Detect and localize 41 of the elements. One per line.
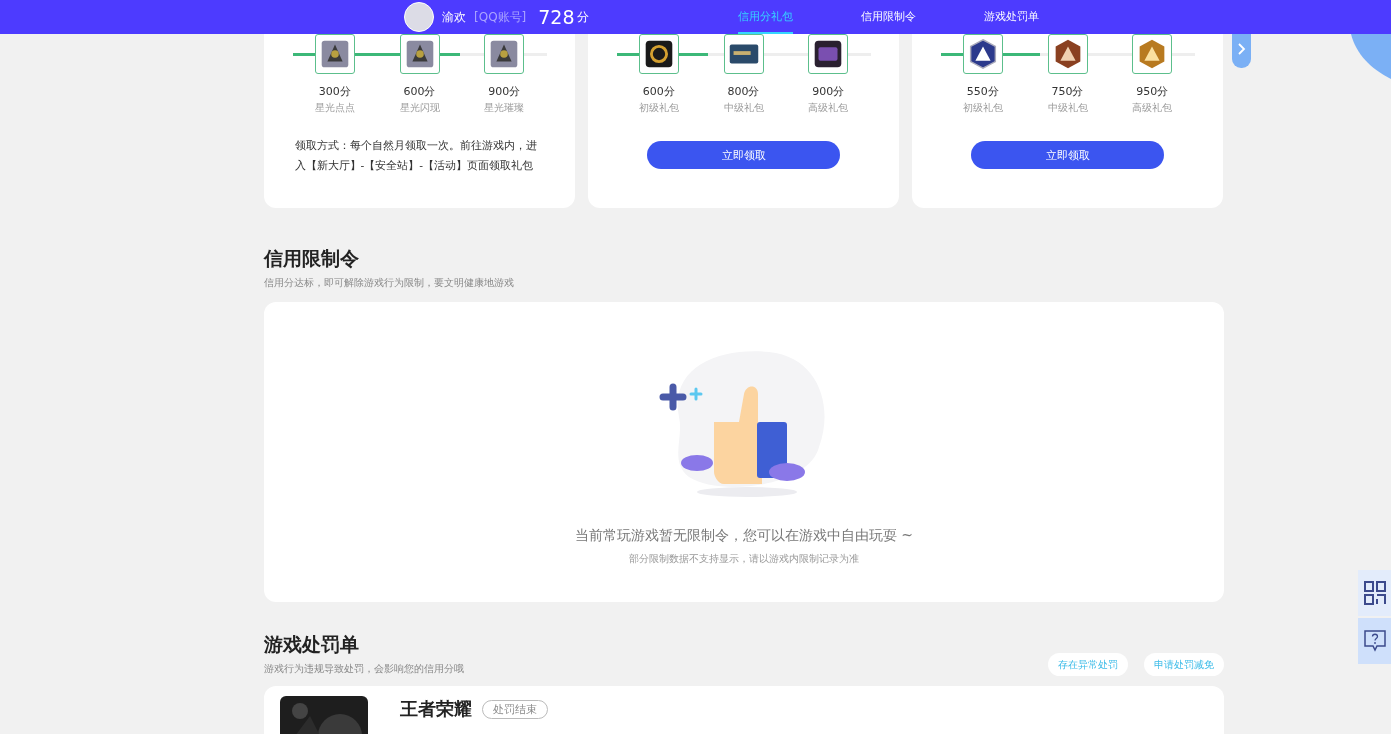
section-subtitle: 信用分达标，即可解除游戏行为限制，要文明健康地游戏: [264, 276, 515, 290]
reward-name: 中级礼包: [723, 101, 764, 115]
reward-name: 星光璀璨: [484, 101, 525, 115]
user-name: 渝欢: [442, 8, 466, 26]
reward-name: 星光点点: [314, 101, 355, 115]
reward-name: 初级礼包: [638, 101, 679, 115]
reward-name: 初级礼包: [962, 101, 1003, 115]
reward-name: 星光闪现: [399, 101, 440, 115]
reward-score: 600分: [403, 84, 436, 99]
reward-score: 950分: [1136, 84, 1169, 99]
empty-note: 部分限制数据不支持显示，请以游戏内限制记录为准: [629, 552, 859, 566]
account-type: [QQ账号]: [474, 8, 527, 26]
avatar: [404, 2, 434, 32]
reward-name: 高级礼包: [808, 101, 849, 115]
game-name: 王者荣耀: [400, 697, 472, 721]
empty-message: 当前常玩游戏暂无限制令，您可以在游戏中自由玩耍 ~: [574, 527, 914, 545]
claim-instructions: 领取方式：每个自然月领取一次。前往游戏内，进入【新大厅】-【安全站】-【活动】页面领取礼包: [294, 138, 538, 173]
credit-score: 728: [538, 6, 575, 28]
reward-score: 900分: [488, 84, 521, 99]
qr-code-button[interactable]: [1358, 570, 1391, 616]
nav-tab[interactable]: 信用限制令: [827, 0, 950, 34]
reward-score: 550分: [966, 84, 999, 99]
section-title: 游戏处罚单: [264, 632, 360, 657]
section-title: 信用限制令: [264, 246, 360, 271]
reward-name: 中级礼包: [1047, 101, 1088, 115]
reward-score: 600分: [642, 84, 675, 99]
claim-button[interactable]: 立即领取: [647, 141, 840, 169]
section-subtitle: 游戏行为违规导致处罚，会影响您的信用分哦: [264, 662, 464, 676]
reward-score: 750分: [1051, 84, 1084, 99]
help-icon: [1363, 629, 1386, 653]
score-unit: 分: [576, 8, 589, 26]
reward-name: 高级礼包: [1132, 101, 1173, 115]
chevron-right-icon: [1237, 43, 1246, 55]
decoration-shape: [1351, 34, 1391, 79]
reward-score: 800分: [727, 84, 760, 99]
claim-button[interactable]: 立即领取: [971, 141, 1164, 169]
help-button[interactable]: [1358, 618, 1391, 664]
nav-tab[interactable]: 游戏处罚单: [950, 0, 1073, 34]
reward-score: 900分: [812, 84, 845, 99]
qr-code-icon: [1363, 581, 1386, 605]
reward-score: 300分: [318, 84, 351, 99]
